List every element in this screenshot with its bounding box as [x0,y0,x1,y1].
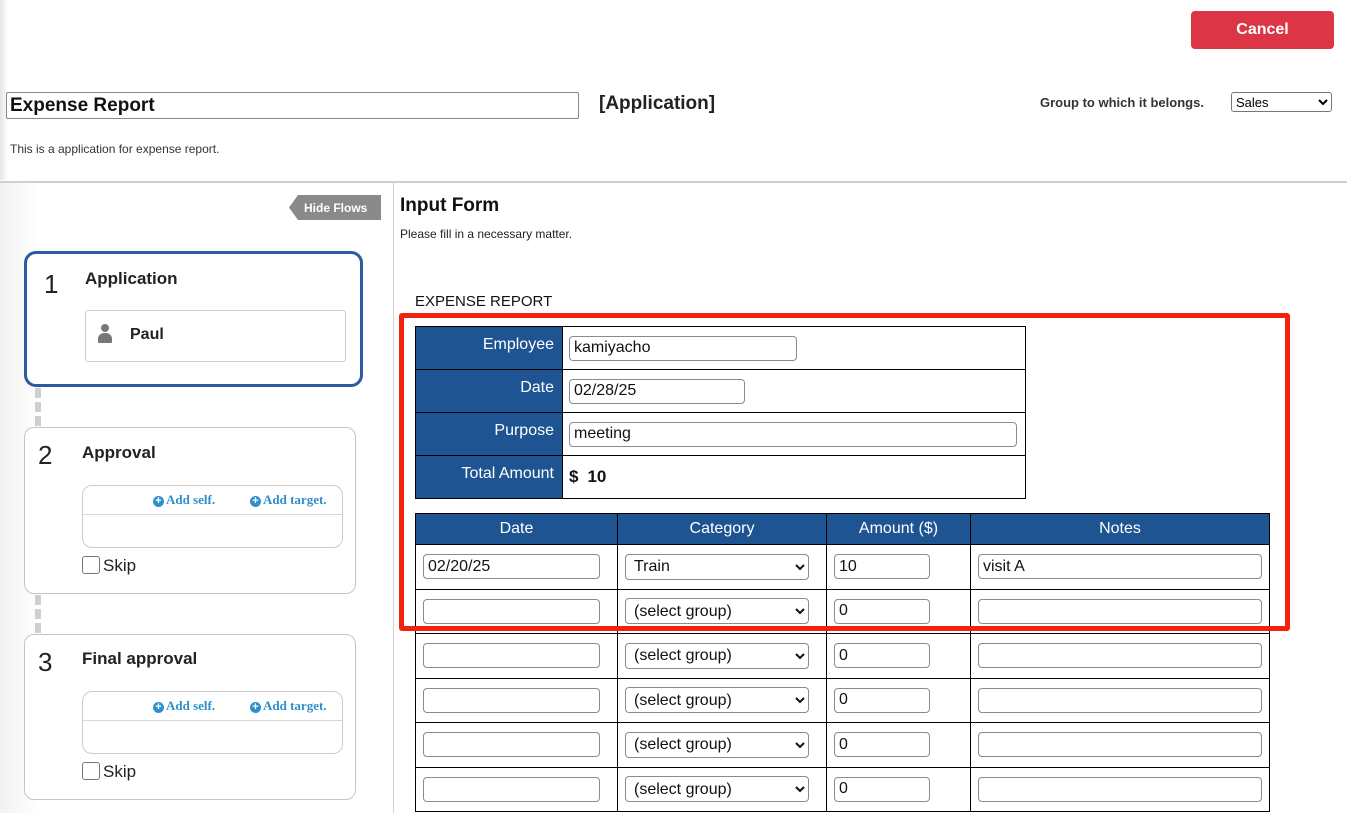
application-tag: [Application] [599,93,716,114]
hide-flows-button[interactable]: Hide Flows [289,195,381,220]
table-row: (select group) [415,677,1270,723]
report-date-field[interactable] [569,378,745,404]
step-title: Application [85,269,178,288]
target-list-divider [83,514,342,515]
item-notes-field[interactable] [978,732,1262,758]
expense-items-table: Date Category Amount ($) Notes Train (sel… [415,513,1270,812]
cancel-button[interactable]: Cancel [1191,11,1334,49]
total-amount-label: Total Amount [415,455,563,499]
user-name: Paul [130,326,164,343]
item-category-select[interactable]: (select group) [625,687,809,714]
flow-step-approval: 2 Approval + Add self. + Add target. Skip [24,427,356,594]
page-description: This is a application for expense report… [10,142,220,156]
skip-checkbox[interactable] [82,556,100,574]
date-label: Date [415,369,563,413]
plus-circle-icon: + [153,496,164,507]
plus-circle-icon: + [250,496,261,507]
flow-step-final-approval: 3 Final approval + Add self. + Add target.… [24,634,356,800]
target-list-divider [83,720,342,721]
item-notes-field[interactable] [978,687,1262,713]
item-date-field[interactable] [423,554,600,580]
table-row: Train [415,544,1270,590]
item-category-select[interactable]: (select group) [625,642,809,669]
step-number: 2 [38,440,53,470]
employee-field[interactable] [569,335,797,361]
table-row: (select group) [415,588,1270,634]
add-target-link[interactable]: + Add target. [250,698,327,714]
window-edge-shadow [0,0,8,180]
report-info-table: Employee Date Purpose Total Amount $10 [415,326,1026,499]
step-number: 1 [44,269,59,299]
table-row: (select group) [415,722,1270,768]
add-self-link[interactable]: + Add self. [153,492,215,508]
item-amount-field[interactable] [834,598,930,624]
step-title: Approval [82,443,156,462]
step-title: Final approval [82,649,198,668]
title-input[interactable] [6,92,579,119]
table-row: (select group) [415,766,1270,812]
currency-symbol: $ [569,467,579,486]
flow-connector [35,595,41,633]
item-category-select[interactable]: (select group) [625,731,809,758]
employee-label: Employee [415,326,563,370]
column-header-category: Category [617,513,827,545]
plus-circle-icon: + [153,702,164,713]
column-header-amount: Amount ($) [826,513,971,545]
total-amount-value: 10 [587,467,607,486]
item-date-field[interactable] [423,687,600,713]
item-notes-field[interactable] [978,598,1262,624]
add-target-link[interactable]: + Add target. [250,492,327,508]
flow-connector [35,388,41,426]
column-header-date: Date [415,513,618,545]
item-notes-field[interactable] [978,643,1262,669]
item-amount-field[interactable] [834,554,930,580]
item-category-select[interactable]: (select group) [625,776,809,803]
approver-target-box: + Add self. + Add target. [82,691,343,754]
total-amount: $10 [569,467,606,486]
purpose-field[interactable] [569,421,1017,447]
item-notes-field[interactable] [978,776,1262,802]
table-row: (select group) [415,633,1270,679]
item-category-select[interactable]: Train [625,553,809,580]
approver-target-box: + Add self. + Add target. [82,485,343,548]
item-date-field[interactable] [423,598,600,624]
item-date-field[interactable] [423,776,600,802]
form-subheading: Please fill in a necessary matter. [400,227,573,241]
item-notes-field[interactable] [978,554,1262,580]
user-chip: Paul [85,310,346,362]
item-amount-field[interactable] [834,643,930,669]
item-date-field[interactable] [423,643,600,669]
skip-option[interactable]: Skip [82,556,136,576]
skip-checkbox[interactable] [82,762,100,780]
item-category-select[interactable]: (select group) [625,598,809,625]
group-label: Group to which it belongs. [1040,95,1204,110]
panel-separator [393,183,394,813]
user-icon [98,324,112,344]
flow-step-application[interactable]: 1 Application Paul [24,251,363,387]
group-select[interactable]: Sales [1231,92,1332,112]
item-amount-field[interactable] [834,776,930,802]
report-title: EXPENSE REPORT [415,293,553,310]
form-heading: Input Form [400,195,500,216]
add-self-link[interactable]: + Add self. [153,698,215,714]
column-header-notes: Notes [970,513,1270,545]
skip-option[interactable]: Skip [82,762,136,782]
item-amount-field[interactable] [834,687,930,713]
step-number: 3 [38,647,53,677]
plus-circle-icon: + [250,702,261,713]
item-date-field[interactable] [423,732,600,758]
purpose-label: Purpose [415,412,563,456]
item-amount-field[interactable] [834,732,930,758]
